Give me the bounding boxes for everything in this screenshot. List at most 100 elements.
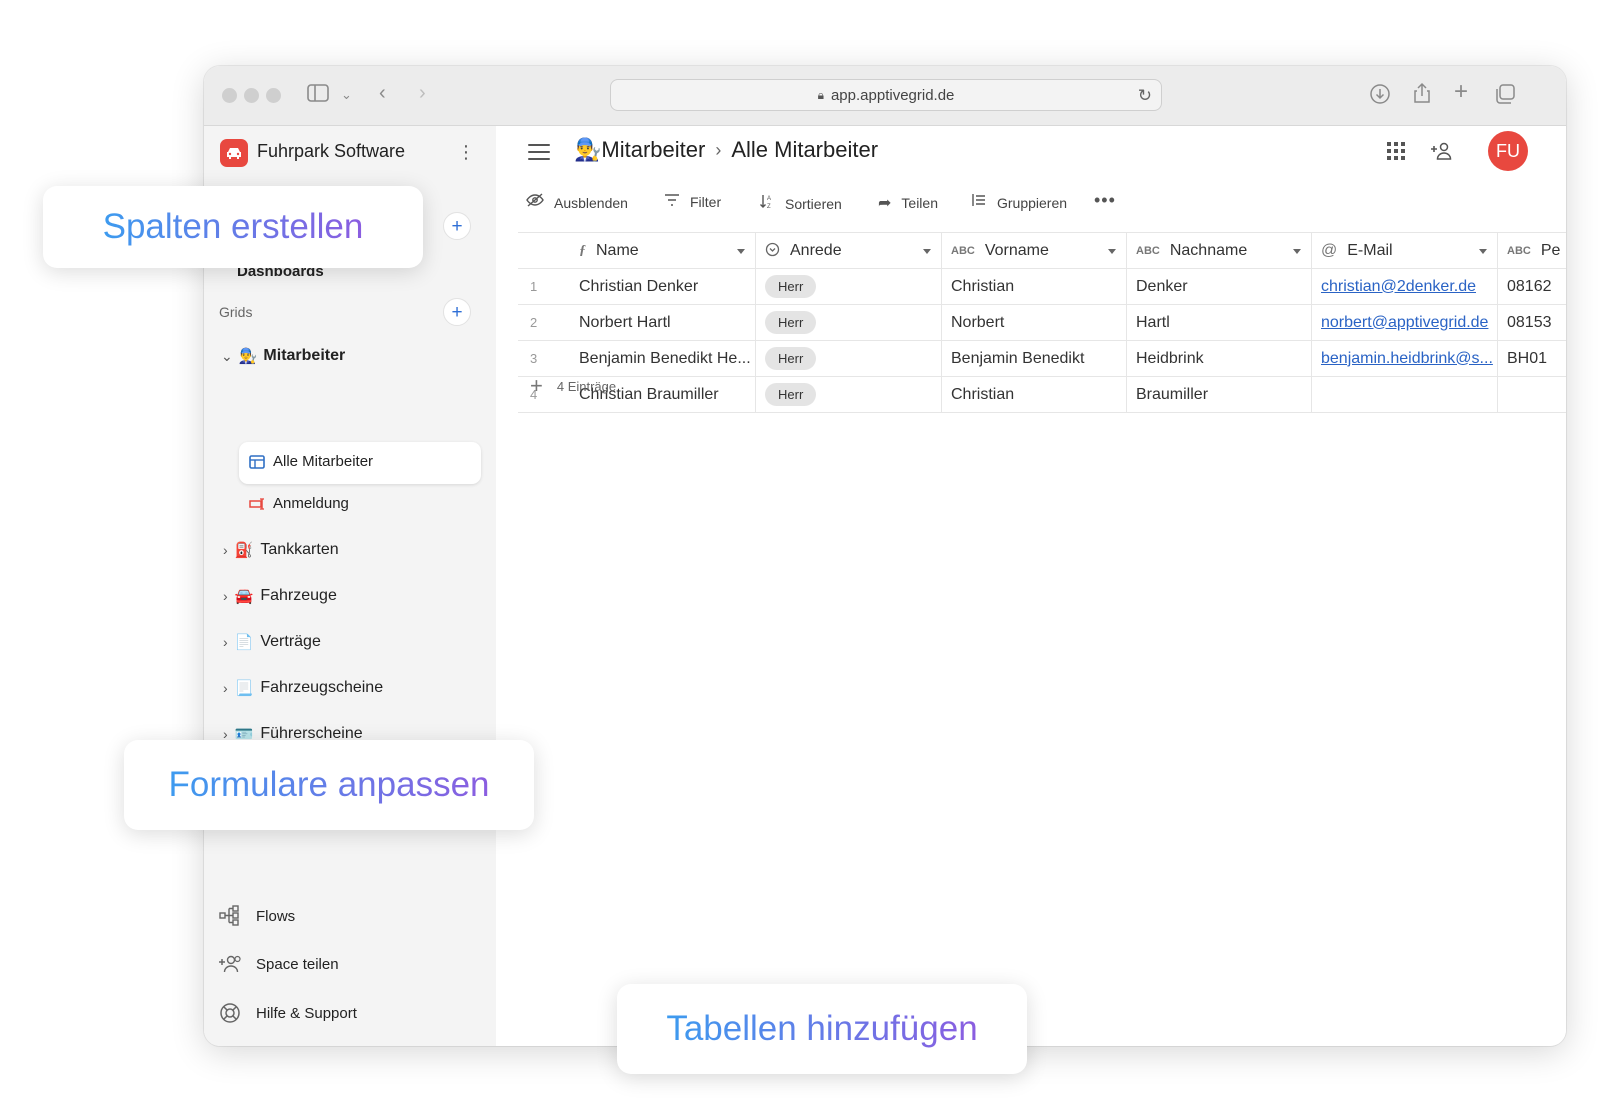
chevron-right-icon[interactable]: › [223,588,228,604]
back-icon[interactable]: ‹ [379,83,386,103]
cell-nachname[interactable]: Heidbrink [1127,341,1312,376]
sidebar-grid-label: Tankkarten [260,541,339,558]
hide-fields-button[interactable]: Ausblenden [526,193,628,212]
tab-overview-icon[interactable] [1494,83,1516,109]
share-view-label: Teilen [901,195,938,211]
email-link[interactable]: norbert@apptivegrid.de [1321,314,1488,332]
caret-down-icon[interactable] [923,249,931,254]
cell-pe[interactable]: 08162 [1498,269,1566,304]
add-user-icon[interactable] [1430,141,1454,166]
table-row[interactable]: 2 Norbert Hartl Herr Norbert Hartl norbe… [518,305,1566,341]
email-link[interactable]: benjamin.heidbrink@s... [1321,350,1493,368]
filter-icon [664,193,680,211]
flows-icon [218,904,242,928]
table-row[interactable]: 1 Christian Denker Herr Christian Denker… [518,269,1566,305]
more-vertical-icon[interactable]: ⋮ [457,142,475,163]
caret-down-icon[interactable] [1108,249,1116,254]
cell-email[interactable] [1312,377,1498,412]
breadcrumb-view-label[interactable]: Alle Mitarbeiter [731,137,878,163]
sidebar-view-alle-mitarbeiter-content: Alle Mitarbeiter [249,453,373,470]
sort-button[interactable]: AZ Sortieren [759,193,842,214]
column-header-nachname[interactable]: ABC Nachname [1127,233,1312,268]
user-avatar[interactable]: FU [1488,131,1528,171]
filter-button[interactable]: Filter [664,193,721,211]
cell-pe[interactable]: BH01 [1498,341,1566,376]
sidebar-hilfe-support[interactable]: Hilfe & Support [218,1001,357,1025]
breadcrumb: 👨‍🔧Mitarbeiter › Alle Mitarbeiter [574,137,878,163]
cell-name[interactable]: Benjamin Benedikt He... [570,341,756,376]
cell-name[interactable]: Christian Denker [570,269,756,304]
menu-icon[interactable] [528,144,550,165]
table-row[interactable]: 4 Christian Braumiller Herr Christian Br… [518,377,1566,413]
caret-down-icon[interactable] [1293,249,1301,254]
column-header-vorname[interactable]: ABC Vorname [942,233,1127,268]
new-tab-icon[interactable]: + [1454,80,1468,104]
cell-anrede[interactable]: Herr [756,377,942,412]
cell-email[interactable]: benjamin.heidbrink@s... [1312,341,1498,376]
share-arrow-icon: ➦ [878,195,892,212]
sidebar-grid-mitarbeiter[interactable]: ⌄ 👨‍🔧 Mitarbeiter [221,347,345,365]
sidebar-flows[interactable]: Flows [218,904,295,928]
chevron-right-icon[interactable]: › [223,542,228,558]
cell-name[interactable]: Norbert Hartl [570,305,756,340]
cell-anrede[interactable]: Herr [756,305,942,340]
address-bar[interactable]: 🔒︎ app.apptivegrid.de ↻ [610,79,1162,111]
cell-nachname[interactable]: Braumiller [1127,377,1312,412]
column-header-pe[interactable]: ABC Pe [1498,233,1566,268]
column-header-name[interactable]: ƒ Name [570,233,756,268]
cell-vorname[interactable]: Christian [942,377,1127,412]
download-icon[interactable] [1369,83,1391,109]
add-dashboard-button[interactable]: + [443,212,471,240]
share-view-button[interactable]: ➦ Teilen [878,193,938,213]
breadcrumb-grid[interactable]: 👨‍🔧Mitarbeiter [574,137,705,163]
cell-anrede[interactable]: Herr [756,341,942,376]
table-row[interactable]: 3 Benjamin Benedikt He... Herr Benjamin … [518,341,1566,377]
cell-email[interactable]: christian@2denker.de [1312,269,1498,304]
group-button[interactable]: Gruppieren [971,193,1067,212]
cell-anrede[interactable]: Herr [756,269,942,304]
cell-vorname[interactable]: Benjamin Benedikt [942,341,1127,376]
cell-vorname[interactable]: Norbert [942,305,1127,340]
chevron-down-icon[interactable]: ⌄ [221,348,233,365]
forward-icon[interactable]: › [419,83,426,103]
cell-pe[interactable]: 08153 [1498,305,1566,340]
sidebar-grid-tankkarten[interactable]: › ⛽ Tankkarten [223,541,339,559]
anrede-pill: Herr [765,383,817,406]
cell-nachname[interactable]: Hartl [1127,305,1312,340]
caret-down-icon[interactable] [1479,249,1487,254]
email-link[interactable]: christian@2denker.de [1321,278,1476,296]
space-title[interactable]: Fuhrpark Software [257,141,405,162]
caret-down-icon[interactable] [737,249,745,254]
column-header-email[interactable]: @ E-Mail [1312,233,1498,268]
row-number: 3 [530,351,538,366]
sidebar-view-anmeldung[interactable]: Anmeldung [249,495,349,512]
more-horizontal-icon[interactable]: ••• [1094,190,1116,211]
sidebar-grid-fahrzeuge[interactable]: › 🚘 Fahrzeuge [223,587,337,605]
close-window-button[interactable] [222,88,237,103]
add-grid-button[interactable]: + [443,298,471,326]
minimize-window-button[interactable] [244,88,259,103]
chevron-down-icon[interactable]: ⌄ [341,85,352,105]
cell-pe[interactable] [1498,377,1566,412]
column-header-anrede[interactable]: Anrede [756,233,942,268]
share-icon[interactable] [1412,82,1432,108]
reload-icon[interactable]: ↻ [1138,86,1152,106]
browser-titlebar: ⌄ ‹ › 🔒︎ app.apptivegrid.de ↻ + [204,66,1566,126]
cell-email[interactable]: norbert@apptivegrid.de [1312,305,1498,340]
sidebar-toggle-icon[interactable] [307,84,329,106]
chevron-right-icon[interactable]: › [223,680,228,696]
add-row-button[interactable]: + 4 Einträge [530,373,616,399]
chevron-right-icon[interactable]: › [223,634,228,650]
maximize-window-button[interactable] [266,88,281,103]
cell-nachname[interactable]: Denker [1127,269,1312,304]
sidebar-grid-fahrzeugscheine[interactable]: › 📃 Fahrzeugscheine [223,679,383,697]
apps-grid-icon[interactable] [1386,141,1406,166]
page-emoji-icon: 📃 [234,680,254,697]
group-icon [971,193,987,212]
svg-text:A: A [767,196,771,202]
sidebar-bottom-label: Hilfe & Support [256,1004,357,1022]
sidebar-space-teilen[interactable]: Space teilen [218,952,339,976]
cell-vorname[interactable]: Christian [942,269,1127,304]
lock-icon: 🔒︎ [817,87,824,102]
sidebar-grid-vertraege[interactable]: › 📄 Verträge [223,633,321,651]
